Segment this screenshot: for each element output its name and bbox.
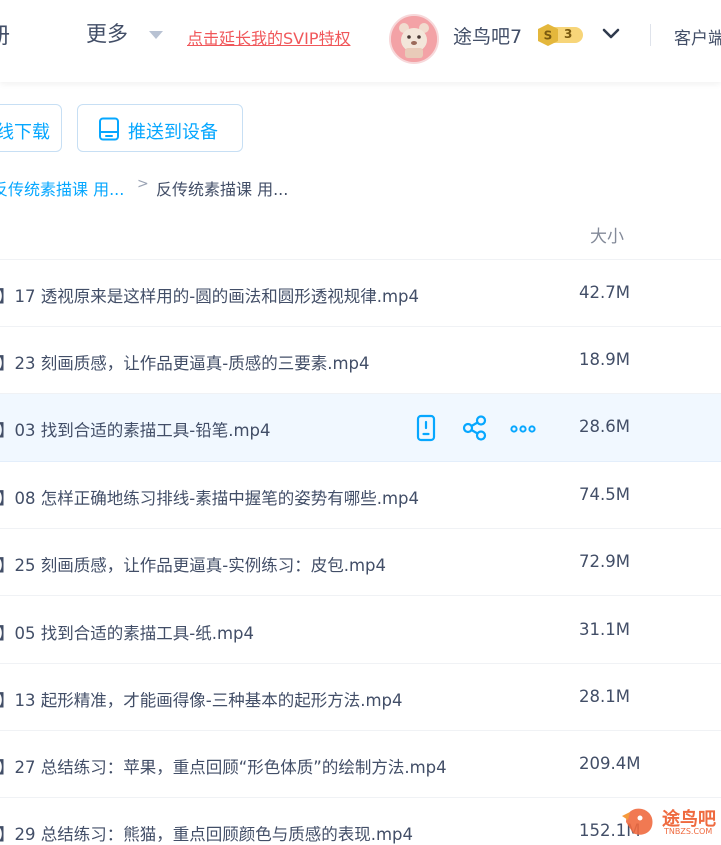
file-row[interactable]: 】27 总结练习：苹果，重点回顾“形色体质”的绘制方法.mp4 209.4M: [0, 731, 721, 798]
offline-download-button[interactable]: 线下载: [0, 104, 62, 152]
nav-item-partial[interactable]: 册: [0, 18, 10, 50]
file-name[interactable]: 】08 怎样正确地练习排线-素描中握笔的姿势有哪些.mp4: [0, 485, 419, 509]
breadcrumb-separator: >: [137, 176, 149, 192]
column-header-size[interactable]: 大小: [590, 222, 624, 247]
username[interactable]: 途鸟吧7: [453, 22, 522, 49]
share-icon[interactable]: [461, 414, 489, 442]
file-size: 74.5M: [579, 485, 630, 504]
watermark-logo-icon: [622, 808, 653, 835]
file-size: 28.6M: [579, 417, 630, 436]
watermark-subtext: TNBZS.COM: [664, 827, 713, 836]
file-size: 72.9M: [579, 552, 630, 571]
file-name[interactable]: 】17 透视原来是这样用的-圆的画法和圆形透视规律.mp4: [0, 283, 419, 307]
file-row[interactable]: 】08 怎样正确地练习排线-素描中握笔的姿势有哪些.mp4 74.5M: [0, 462, 721, 529]
row-actions: [412, 414, 542, 442]
phone-push-icon[interactable]: [412, 414, 440, 442]
avatar[interactable]: [389, 14, 439, 64]
chevron-down-icon[interactable]: [600, 24, 622, 44]
watermark: 途鸟吧 TNBZS.COM: [618, 802, 721, 841]
file-size: 18.9M: [579, 350, 630, 369]
file-name[interactable]: 】05 找到合适的素描工具-纸.mp4: [0, 620, 254, 644]
file-row[interactable]: 】13 起形精准，才能画得像-三种基本的起形方法.mp4 28.1M: [0, 664, 721, 731]
file-row[interactable]: 】25 刻画质感，让作品更逼真-实例练习：皮包.mp4 72.9M: [0, 529, 721, 596]
file-row[interactable]: 】05 找到合适的素描工具-纸.mp4 31.1M: [0, 597, 721, 664]
top-header: 册 更多 点击延长我的SVIP特权 途鸟吧7 S 3 客户端: [0, 0, 721, 82]
chevron-down-icon[interactable]: [149, 31, 163, 39]
breadcrumb-current: 反传统素描课 用...: [156, 180, 289, 199]
file-size: 209.4M: [579, 754, 641, 773]
file-name[interactable]: 】03 找到合适的素描工具-铅笔.mp4: [0, 417, 270, 441]
header-divider: [650, 24, 651, 46]
svg-text:S: S: [544, 29, 553, 43]
avatar-bear-icon: [391, 16, 437, 62]
file-size: 42.7M: [579, 283, 630, 302]
file-size: 31.1M: [579, 620, 630, 639]
svip-level-badge: S 3: [537, 24, 585, 46]
file-row[interactable]: 】29 总结练习：熊猫，重点回顾颜色与质感的表现.mp4 152.1M: [0, 798, 721, 844]
file-name[interactable]: 】13 起形精准，才能画得像-三种基本的起形方法.mp4: [0, 687, 402, 711]
file-row[interactable]: 】23 刻画质感，让作品更逼真-质感的三要素.mp4 18.9M: [0, 327, 721, 394]
file-row-hovered[interactable]: 】03 找到合适的素描工具-铅笔.mp4 28.6M: [0, 394, 721, 462]
svip-renew-link[interactable]: 点击延长我的SVIP特权: [187, 25, 350, 49]
svip-badge-icon: S: [538, 24, 583, 46]
file-name[interactable]: 】29 总结练习：熊猫，重点回顾颜色与质感的表现.mp4: [0, 821, 413, 845]
file-name[interactable]: 】27 总结练习：苹果，重点回顾“形色体质”的绘制方法.mp4: [0, 754, 447, 778]
device-icon: [99, 117, 119, 141]
svip-level: 3: [564, 27, 573, 41]
file-row[interactable]: 】17 透视原来是这样用的-圆的画法和圆形透视规律.mp4 42.7M: [0, 260, 721, 327]
nav-more[interactable]: 更多: [86, 18, 128, 48]
more-icon[interactable]: [509, 414, 537, 442]
file-name[interactable]: 】25 刻画质感，让作品更逼真-实例练习：皮包.mp4: [0, 552, 386, 576]
push-to-device-label: 推送到设备: [128, 122, 218, 143]
offline-download-label: 线下载: [0, 122, 50, 143]
file-name[interactable]: 】23 刻画质感，让作品更逼真-质感的三要素.mp4: [0, 350, 369, 374]
breadcrumb-parent[interactable]: 反传统素描课 用...: [0, 176, 124, 200]
client-download-link[interactable]: 客户端: [674, 24, 721, 49]
push-to-device-button[interactable]: 推送到设备: [77, 104, 243, 152]
file-size: 28.1M: [579, 687, 630, 706]
